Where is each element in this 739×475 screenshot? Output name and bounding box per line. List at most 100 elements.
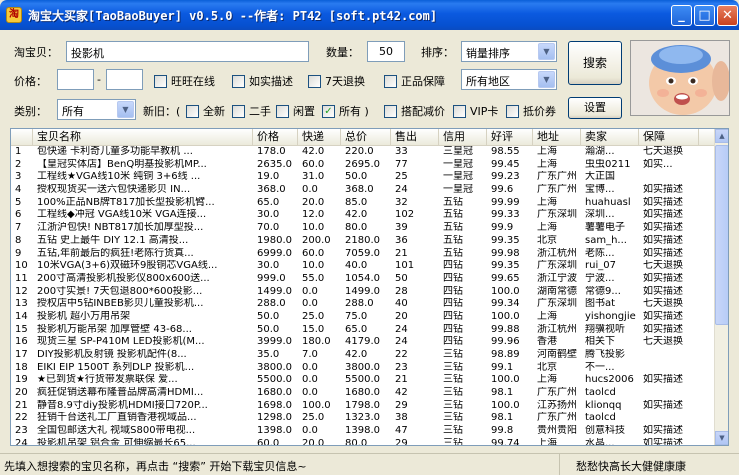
filter-coupon[interactable]: 抵价券 (506, 103, 556, 119)
minimize-button[interactable]: _ (671, 5, 692, 26)
column-header-3[interactable]: 快递 (298, 129, 341, 146)
table-row[interactable]: 17 DIY投影机反射镜 投影机配件(8... 35.0 7.0 42.0 22 三钻 98.… (11, 349, 716, 362)
filter-vip-card[interactable]: VIP卡 (453, 103, 498, 119)
results-table[interactable]: 宝贝名称 价格 快递 总价 售出 信用 好评 地址 卖家 保障 1 包快递 卡利奇儿童多功能早教机 … (10, 128, 729, 446)
scroll-thumb[interactable] (715, 145, 728, 325)
table-cell: 3800.0 (257, 361, 292, 373)
condition-idle[interactable]: 闲置 (276, 103, 315, 119)
table-row[interactable]: 24 投影机吊架 铝合金 可伸缩最长65... 60.0 20.0 80.0 29 三钻 99… (11, 437, 716, 446)
column-header-2[interactable]: 价格 (253, 129, 298, 146)
price-from-input[interactable] (57, 69, 94, 90)
filter-bundle-discount[interactable]: 搭配减价 (384, 103, 445, 119)
column-header-4[interactable]: 总价 (341, 129, 391, 146)
table-row[interactable]: 21 静音8.9寸diy投影机HDMI接口720P... 1698.0 100.0 17… (11, 400, 716, 413)
table-row[interactable]: 14 投影机 超小万用吊架 50.0 25.0 75.0 20 四钻 100.0 上海 yisho… (11, 311, 716, 324)
table-row[interactable]: 3 工程线★VGA线10米 纯铜 3+6线 ... 19.0 31.0 50.0 25 一皇… (11, 171, 716, 184)
table-row[interactable]: 7 江浙沪包快! NBT817加长加厚型投... 70.0 10.0 80.0 39 五钻 9… (11, 222, 716, 235)
table-row[interactable]: 20 疯狂促销送幕布隆普品牌高清HDMI... 1680.0 0.0 1680.0 42 三… (11, 387, 716, 400)
table-cell: 如实描述 (643, 437, 683, 446)
table-cell: 静音8.9寸diy投影机HDMI接口720P... (37, 399, 208, 411)
table-cell: 33 (395, 146, 408, 157)
table-cell: 3800.0 (345, 361, 380, 373)
sort-select[interactable]: 销量排序 ▼ (461, 41, 557, 62)
price-label: 价格： (14, 75, 47, 88)
table-cell: 五钻 (443, 196, 463, 208)
close-button[interactable]: ✕ (717, 5, 738, 26)
maximize-button[interactable]: □ (694, 5, 715, 26)
chevron-down-icon[interactable]: ▼ (538, 71, 555, 88)
chevron-down-icon[interactable]: ▼ (538, 43, 555, 60)
checkbox-icon (276, 104, 289, 118)
condition-label: 新旧：( (143, 105, 181, 118)
vertical-scrollbar[interactable]: ▲ ▼ (714, 129, 728, 445)
table-cell: 四钻 (443, 298, 463, 310)
table-cell: 三钻 (443, 412, 463, 424)
table-row[interactable]: 16 现货三星 SP-P410M LED投影机(M... 3999.0 180.0 41… (11, 336, 716, 349)
title-bar[interactable]: 淘 淘宝大买家[TaoBaoBuyer] v0.5.0 --作者: PT42 [… (0, 0, 739, 30)
table-cell: ★已到货★行货带发票联保 爱... (37, 374, 178, 386)
table-row[interactable]: 2 【皇冠实体店】BenQ明基投影机MP... 2635.0 60.0 2695.0 77… (11, 159, 716, 172)
column-header-10[interactable]: 保障 (639, 129, 699, 146)
table-cell: 腾飞投影 (585, 349, 625, 360)
table-row[interactable]: 6 工程线◆冲冠 VGA线10米 VGA连接... 30.0 12.0 42.0 102 五… (11, 209, 716, 222)
condition-new[interactable]: 全新 (186, 103, 225, 119)
table-row[interactable]: 18 EIKI EIP 1500T 系列DLP 投影机... 3800.0 0.0 38… (11, 362, 716, 375)
table-cell: 如实描述 (643, 285, 683, 297)
table-row[interactable]: 9 五钻,年前最后的疯狂!老陈行货真... 6999.0 60.0 7059.0 21 五钻… (11, 248, 716, 261)
table-cell: 1298.0 (257, 412, 292, 424)
table-cell: 288.0 (257, 298, 286, 310)
table-cell: 上海 (537, 158, 557, 170)
count-input[interactable]: 50 (367, 41, 405, 62)
filter-7day-return[interactable]: 7天退换 (308, 73, 365, 89)
column-header-1[interactable]: 宝贝名称 (33, 129, 253, 146)
price-to-input[interactable] (106, 69, 143, 90)
filter-genuine-guarantee[interactable]: 正品保障 (384, 73, 445, 89)
table-row[interactable]: 10 10米VGA(3+6)双磁环9股铜芯VGA线... 30.0 10.0 40.0 1… (11, 260, 716, 273)
scroll-down-icon[interactable]: ▼ (715, 431, 728, 445)
table-cell: sam_h... (585, 234, 627, 246)
condition-used[interactable]: 二手 (232, 103, 271, 119)
column-header-0[interactable] (11, 129, 33, 146)
table-cell: taolcd (585, 412, 616, 424)
chevron-down-icon[interactable]: ▼ (117, 101, 134, 118)
table-cell: 老陈... (585, 247, 615, 259)
column-header-6[interactable]: 信用 (439, 129, 487, 146)
category-select[interactable]: 所有 ▼ (57, 99, 136, 120)
table-row[interactable]: 15 投影机万能吊架 加厚管壁 43-68... 50.0 15.0 65.0 24 四钻 9… (11, 324, 716, 337)
search-button[interactable]: 搜索 (568, 41, 622, 85)
table-row[interactable]: 5 100%正品NB牌T817加长型投影机臂... 65.0 20.0 85.0 32 五钻… (11, 197, 716, 210)
column-header-8[interactable]: 地址 (533, 129, 581, 146)
settings-button[interactable]: 设置 (568, 97, 622, 119)
table-cell: 广东广州 (537, 184, 577, 196)
table-row[interactable]: 23 全国包邮送大礼 视域S800带电视... 1398.0 0.0 1398.0 47 三… (11, 425, 716, 438)
table-cell: 99.74 (491, 437, 520, 446)
table-row[interactable]: 11 200寸高清投影机投影仪800x600送... 999.0 55.0 1054.0… (11, 273, 716, 286)
table-row[interactable]: 8 五钻 史上最牛 DIY 12.1 高清投... 1980.0 200.0 2180.… (11, 235, 716, 248)
table-cell: 三钻 (443, 425, 463, 437)
table-row[interactable]: 12 200寸实景! 7天包退800*600投影... 1499.0 0.0 1499.… (11, 286, 716, 299)
keyword-input[interactable]: 投影机 (66, 41, 309, 62)
table-cell: 23 (395, 361, 408, 373)
table-row[interactable]: 4 授权现货买一送六包快递影贝 IN... 368.0 0.0 368.0 24 一皇冠 99… (11, 184, 716, 197)
table-row[interactable]: 1 包快递 卡利奇儿童多功能早教机 ... 178.0 42.0 220.0 33 三皇冠 9… (11, 146, 716, 159)
table-cell: 一皇冠 (443, 158, 473, 170)
table-cell: hucs2006 (585, 374, 634, 386)
column-header-7[interactable]: 好评 (487, 129, 533, 146)
column-header-9[interactable]: 卖家 (581, 129, 639, 146)
table-row[interactable]: 13 授权店中5钻INBEB影贝儿童投影机... 288.0 0.0 288.0 40 四钻… (11, 298, 716, 311)
table-cell: 77 (395, 158, 408, 170)
filter-as-described[interactable]: 如实描述 (232, 73, 293, 89)
column-header-5[interactable]: 售出 (391, 129, 439, 146)
filter-wangwang-online[interactable]: 旺旺在线 (154, 73, 215, 89)
close-icon: ✕ (722, 8, 733, 23)
condition-all[interactable]: ✓ 所有 ) (322, 103, 369, 119)
table-row[interactable]: 22 狂销千台送礼工厂直销香港视域品... 1298.0 25.0 1323.0 38 三钻… (11, 412, 716, 425)
baby-face-icon (631, 41, 729, 115)
table-row[interactable]: 19 ★已到货★行货带发票联保 爱... 5500.0 0.0 5500.0 21 三钻 10… (11, 374, 716, 387)
table-cell: 10 (15, 260, 28, 272)
scroll-up-icon[interactable]: ▲ (715, 129, 728, 143)
table-cell: 深圳... (585, 209, 615, 221)
table-body[interactable]: 1 包快递 卡利奇儿童多功能早教机 ... 178.0 42.0 220.0 33 三皇冠 9… (11, 146, 716, 446)
table-cell: 21 (395, 374, 408, 386)
region-select[interactable]: 所有地区 ▼ (461, 69, 557, 90)
